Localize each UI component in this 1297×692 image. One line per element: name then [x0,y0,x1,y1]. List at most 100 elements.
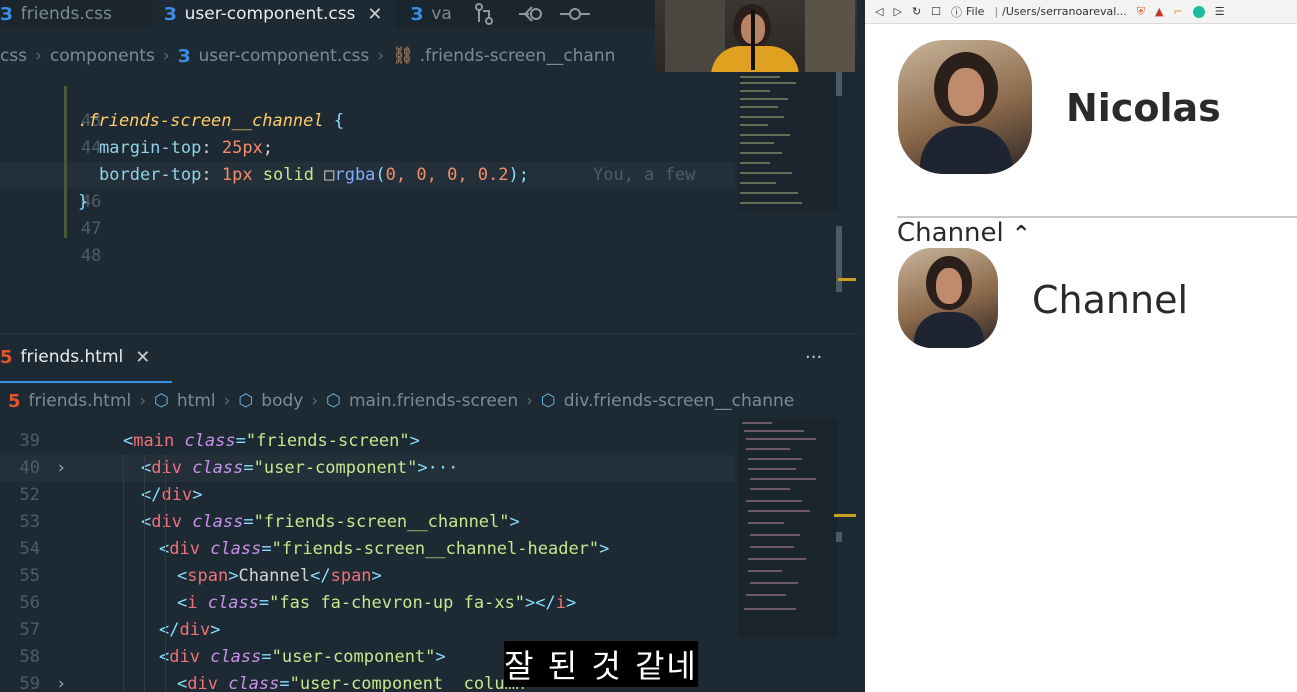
close-tab-icon[interactable]: ✕ [135,347,150,368]
tab-va[interactable]: З va [411,0,464,28]
brave-rewards-icon[interactable]: ▲ [1155,5,1163,18]
channel-header[interactable]: Channel ⌃ [897,218,1030,248]
paren: ); [508,165,529,185]
css-keyword: solid [252,165,325,185]
scrollbar-thumb[interactable] [836,532,842,542]
brace: } [78,192,89,212]
breadcrumb-item[interactable]: user-component.css [199,46,370,66]
attr-value: "user-component" [253,458,418,478]
bookmark-icon[interactable]: ☐ [931,5,941,18]
css-function: rgba [334,165,376,185]
tag-bracket: </ [159,620,180,640]
fold-chevron-icon[interactable]: › [56,671,66,692]
css-value: 25px [221,138,263,158]
equals: = [261,647,272,667]
paren: ( [375,165,386,185]
tag-bracket: ></ [525,593,556,613]
color-swatch-icon[interactable]: □ [324,165,334,185]
code-text: <div class="user-component"> [159,644,446,671]
menu-icon[interactable]: ☰ [1215,5,1225,18]
video-subtitle: 잘 된 것 같네 [504,641,698,687]
fold-chevron-icon[interactable]: › [56,455,66,482]
breadcrumb-item[interactable]: friends.html [29,391,132,411]
element-cube-icon: ⬡ [238,391,254,411]
code-line: 44 .friends-screen__channel { [0,108,735,158]
brave-shield-icon[interactable]: ⛨ [1137,5,1145,19]
equals: = [261,539,272,559]
tab-friends-html[interactable]: 5 friends.html ✕ [0,343,163,371]
git-blame-annotation: You, a few [592,165,696,185]
tag-bracket: < [123,431,134,451]
tag-name: div [151,512,182,532]
extension-icon[interactable]: ⌐ [1173,5,1182,18]
code-line: 39 <main class="friends-screen"> [0,428,735,455]
code-line: 47 } [0,189,735,239]
profile-icon[interactable] [1192,5,1205,18]
tag-bracket: > [371,566,382,586]
breadcrumb-item[interactable]: html [177,391,216,411]
line-number: 59 [19,674,40,692]
chevron-up-icon[interactable]: ⌃ [1012,222,1030,247]
css-code-area[interactable]: 43 44 .friends-screen__channel { 45 marg… [0,81,735,266]
equals: = [235,431,246,451]
tab-label: friends.css [20,4,112,24]
breadcrumb-item[interactable]: css [0,46,27,66]
brace: { [323,111,345,131]
code-text: margin-top: 25px; [99,135,273,162]
tab-user-component-css[interactable]: З user-component.css ✕ [151,0,395,28]
code-text: <i class="fas fa-chevron-up fa-xs"></i> [177,590,576,617]
editor-actions-icons[interactable] [472,2,592,26]
chevron-right-icon: › [162,46,170,66]
line-number: 56 [19,593,40,613]
more-actions-icon[interactable]: ··· [805,347,822,368]
breadcrumb-item[interactable]: components [50,46,155,66]
address-bar[interactable]: /Users/serranoareval... [1002,5,1127,18]
scrollbar-thumb[interactable] [836,226,842,292]
forward-icon[interactable]: ▷ [893,5,901,18]
code-line: 43 [0,81,735,131]
scrollbar-thumb[interactable] [836,72,842,96]
tag-bracket: >··· [417,458,459,478]
browser-window: ◁ ▷ ↻ ☐ ⓘ File | /Users/serranoareval...… [865,0,1297,692]
code-text: <div class="friends-screen__channel-head… [159,536,609,563]
reload-icon[interactable]: ↻ [912,5,921,18]
element-cube-icon: ⬡ [154,391,169,411]
breadcrumb-item[interactable]: .friends-screen__chann [420,46,616,66]
tag-bracket: < [177,566,188,586]
minimap[interactable] [738,72,838,212]
tag-name: i [187,593,198,613]
code-line: 45 margin-top: 25px; [0,135,735,185]
equals: = [243,458,254,478]
tag-bracket: > [409,431,420,451]
info-icon[interactable]: ⓘ [951,4,962,20]
code-text: .friends-screen__channel { [78,108,344,135]
attr-name: class [199,647,262,667]
css-property: margin-top [99,138,202,158]
indent-guide [123,455,124,692]
attr-name: class [181,512,244,532]
active-tab-underline [0,381,172,383]
breadcrumb-item[interactable]: body [261,391,303,411]
breadcrumb-item[interactable]: div.friends-screen__channe [564,391,794,411]
breadcrumb-item[interactable]: main.friends-screen [349,391,518,411]
code-line: 55 <span>Channel</span> [0,563,735,590]
symbol-icon: ⛓ [392,46,414,66]
code-line: 40 › <div class="user-component">··· [0,455,735,482]
tab-friends-css[interactable]: З friends.css [0,0,124,28]
line-number: 57 [19,620,40,640]
tag-bracket: > [192,485,203,505]
html-file-icon: 5 [8,390,21,412]
breadcrumb: 5 friends.html › ⬡ html › ⬡ body › ⬡ mai… [0,387,794,415]
css-file-icon: З [177,45,191,67]
code-text: <div class="friends-screen__channel"> [141,509,520,536]
scroll-marker [834,514,856,517]
editor-split-divider[interactable] [0,333,857,334]
minimap[interactable] [738,418,838,638]
scroll-marker [838,278,856,281]
css-args: 0, 0, 0, 0.2 [385,165,509,185]
code-line: 56 <i class="fas fa-chevron-up fa-xs"></i… [0,590,735,617]
back-icon[interactable]: ◁ [875,5,883,18]
code-text: </div> [159,617,220,644]
tab-label: va [431,4,452,24]
close-tab-icon[interactable]: ✕ [367,4,382,25]
